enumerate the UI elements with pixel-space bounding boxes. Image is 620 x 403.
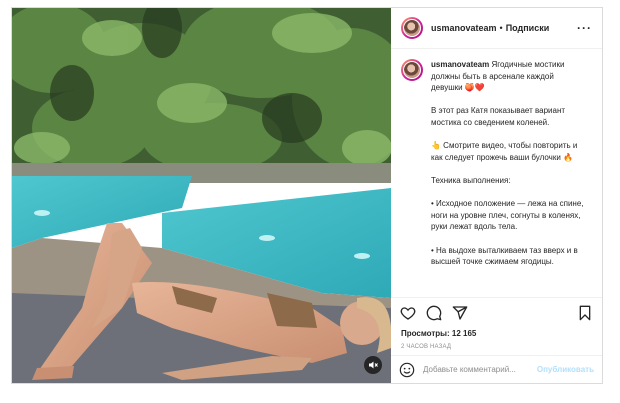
video-frame [12, 8, 391, 383]
publish-button[interactable]: Опубликовать [537, 365, 594, 374]
post-sidebar: usmanovateam • Подписки ··· usmanovateam… [391, 8, 602, 383]
post-timestamp[interactable]: 2 часов назад [391, 341, 602, 355]
action-bar [391, 297, 602, 327]
avatar[interactable] [401, 17, 423, 39]
separator-dot: • [499, 23, 503, 33]
more-options-icon[interactable]: ··· [577, 21, 592, 35]
caption-para5: • Исходное положение — лежа на спине, но… [431, 199, 584, 232]
caption-text: usmanovateam Ягодичные мостики должны бы… [431, 59, 586, 279]
caption-para6: • На выдохе выталкиваем таз вверх и в вы… [431, 245, 578, 267]
caption-avatar[interactable] [401, 59, 423, 81]
views-count[interactable]: Просмотры: 12 165 [391, 327, 602, 341]
bookmark-icon[interactable] [576, 304, 594, 322]
comment-input[interactable]: Добавьте комментарий... [423, 365, 537, 374]
post-video[interactable] [12, 8, 391, 383]
paper-plane-icon[interactable] [451, 304, 469, 322]
heart-icon[interactable] [399, 304, 417, 322]
caption-para3: 👆 Смотрите видео, чтобы повторить и как … [431, 141, 578, 162]
comment-icon[interactable] [425, 304, 443, 322]
instagram-post: usmanovateam • Подписки ··· usmanovateam… [11, 7, 603, 384]
caption-area[interactable]: usmanovateam Ягодичные мостики должны бы… [391, 49, 602, 297]
header-username[interactable]: usmanovateam [431, 23, 497, 33]
smiley-icon[interactable] [399, 362, 415, 378]
mute-button[interactable] [364, 356, 382, 374]
caption-username[interactable]: usmanovateam [431, 60, 489, 69]
comment-bar: Добавьте комментарий... Опубликовать [391, 355, 602, 383]
post-header: usmanovateam • Подписки ··· [391, 8, 602, 49]
following-button[interactable]: Подписки [506, 23, 550, 33]
caption-para2: В этот раз Катя показывает вариант мости… [431, 106, 566, 127]
speaker-muted-icon [369, 361, 378, 369]
caption-para4: Техника выполнения: [431, 175, 511, 185]
